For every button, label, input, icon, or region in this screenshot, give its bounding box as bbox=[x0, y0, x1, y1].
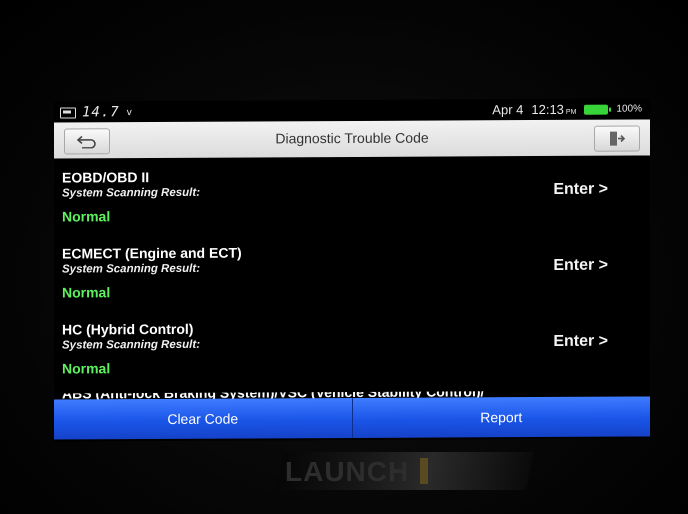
title-bar: Diagnostic Trouble Code bbox=[54, 119, 650, 159]
system-name: EOBD/OBD II bbox=[62, 169, 150, 186]
enter-button[interactable]: Enter > bbox=[553, 181, 608, 199]
list-item[interactable]: EOBD/OBD II System Scanning Result: Norm… bbox=[54, 158, 650, 237]
tablet-battery-icon bbox=[584, 104, 609, 115]
device-screen: 14.7 v Apr 4 12:13 PM 100% Diagnostic Trou… bbox=[54, 98, 650, 442]
enter-button[interactable]: Enter > bbox=[553, 257, 608, 275]
voltage-readout: 14.7 v bbox=[60, 104, 132, 120]
vehicle-battery-icon bbox=[60, 106, 76, 119]
scan-status: Normal bbox=[62, 360, 111, 377]
bottom-action-bar: Clear Code Report bbox=[54, 396, 650, 440]
system-name: ECMECT (Engine and ECT) bbox=[62, 244, 242, 262]
voltage-value: 14.7 bbox=[82, 104, 120, 121]
status-bar: 14.7 v Apr 4 12:13 PM 100% bbox=[54, 98, 650, 121]
exit-button[interactable] bbox=[594, 125, 640, 152]
list-item[interactable]: ECMECT (Engine and ECT) System Scanning … bbox=[54, 234, 650, 313]
status-time: 12:13 bbox=[531, 101, 564, 118]
voltage-unit: v bbox=[126, 106, 132, 118]
brand-accent-mark bbox=[420, 458, 428, 484]
page-title: Diagnostic Trouble Code bbox=[275, 129, 429, 147]
status-right: Apr 4 12:13 PM 100% bbox=[492, 101, 642, 117]
list-item[interactable]: HC (Hybrid Control) System Scanning Resu… bbox=[54, 310, 650, 389]
report-button[interactable]: Report bbox=[351, 396, 650, 439]
scan-status: Normal bbox=[62, 284, 111, 301]
status-time-wrap: 12:13 PM bbox=[531, 102, 576, 117]
enter-button[interactable]: Enter > bbox=[553, 333, 608, 351]
battery-percent: 100% bbox=[616, 103, 642, 115]
scan-result-label: System Scanning Result: bbox=[62, 186, 201, 200]
system-list: EOBD/OBD II System Scanning Result: Norm… bbox=[54, 158, 650, 401]
status-date: Apr 4 bbox=[492, 102, 524, 118]
device-brand-logo: LAUNCH bbox=[285, 456, 410, 487]
exit-icon bbox=[610, 131, 626, 146]
system-name: HC (Hybrid Control) bbox=[62, 320, 194, 338]
scan-result-label: System Scanning Result: bbox=[62, 262, 201, 276]
scan-result-label: System Scanning Result: bbox=[62, 338, 201, 352]
clear-code-button[interactable]: Clear Code bbox=[54, 398, 352, 440]
scan-status: Normal bbox=[62, 208, 111, 225]
status-ampm: PM bbox=[565, 108, 577, 116]
